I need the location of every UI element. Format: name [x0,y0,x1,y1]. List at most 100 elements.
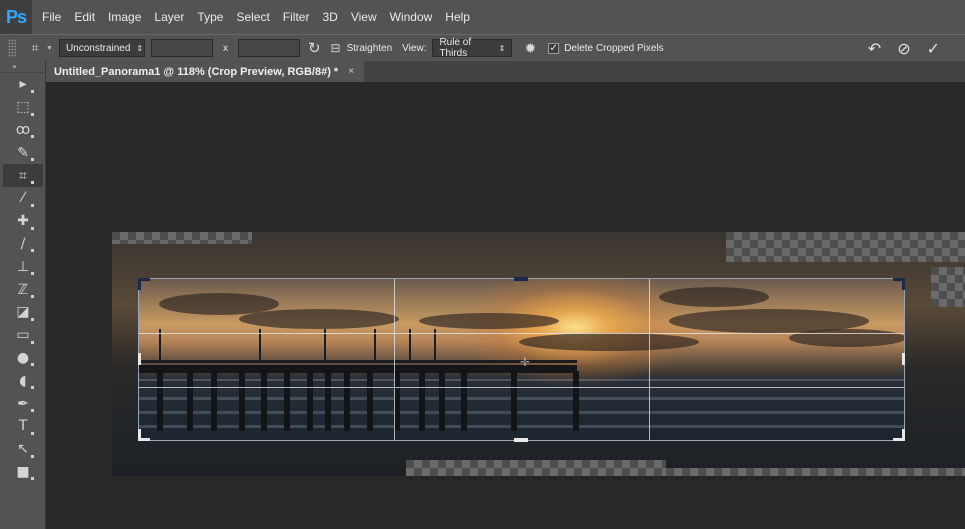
eyedropper-tool-icon[interactable]: ⁄ [3,187,43,210]
transparent-region-bottom [406,460,666,476]
quick-selection-tool-icon-glyph: ✎ [17,144,29,161]
crop-tool-preset-icon[interactable]: ⌗ [26,40,44,56]
pier-pile [157,371,163,431]
ratio-preset-dropdown[interactable]: Unconstrained ⇕ [58,39,145,57]
crop-handle-bottom-right[interactable] [902,429,905,441]
delete-cropped-checkbox[interactable]: ✓ [548,42,560,54]
crop-handle-bottom-left[interactable] [138,429,141,441]
pier-pile [439,371,445,431]
healing-brush-tool-icon[interactable]: ✚ [3,210,43,233]
healing-brush-tool-icon-glyph: ✚ [17,213,29,230]
width-field[interactable] [150,39,213,57]
view-label: View: [402,42,427,54]
pen-tool-icon[interactable]: ✒ [3,392,43,415]
lasso-tool-icon[interactable]: ꝏ [3,119,43,142]
document-tab[interactable]: Untitled_Panorama1 @ 118% (Crop Preview,… [46,61,365,82]
menu-help[interactable]: Help [445,10,470,24]
straighten-icon[interactable]: ⊟ [331,41,341,55]
wave [139,425,904,428]
clone-stamp-tool-icon[interactable]: ⊥ [3,255,43,278]
brush-tool-icon[interactable]: ∕ [3,233,43,256]
clone-stamp-tool-icon-glyph: ⊥ [16,258,30,275]
menu-view[interactable]: View [351,10,377,24]
type-tool-icon[interactable]: T [3,415,43,438]
pier-pile [239,371,245,431]
menu-select[interactable]: Select [236,10,269,24]
crop-handle-top-left[interactable] [138,278,141,290]
menu-filter[interactable]: Filter [283,10,310,24]
menu-3d[interactable]: 3D [322,10,337,24]
tool-group-indicator [31,317,34,321]
rectangle-tool-icon[interactable]: ■ [3,461,43,484]
blur-tool-icon-glyph: ● [16,349,30,366]
cloud [239,309,399,329]
straighten-label[interactable]: Straighten [347,43,393,54]
marquee-tool-icon-glyph: ⬚ [16,99,30,116]
thirds-line-horizontal [139,333,904,334]
tool-preset-caret-icon[interactable]: ▼ [46,45,53,52]
options-bar-grip[interactable] [8,39,16,57]
pier-pile [419,371,425,431]
menu-layer[interactable]: Layer [154,10,184,24]
menu-window[interactable]: Window [390,10,433,24]
cancel-icon[interactable]: ⊘ [897,39,910,59]
tool-group-indicator [31,180,34,184]
close-icon[interactable]: × [348,66,354,77]
ratio-preset-value: Unconstrained [65,42,131,54]
crop-handle-top-right[interactable] [902,278,905,290]
marquee-tool-icon[interactable]: ⬚ [3,96,43,119]
crop-handle-left[interactable] [138,353,141,365]
tool-group-indicator [31,454,34,458]
cloud [519,333,699,351]
thirds-line-vertical [649,279,650,440]
tool-group-indicator [31,477,34,481]
wave [139,397,904,400]
dodge-tool-icon[interactable]: ◖ [3,369,43,392]
height-field[interactable] [237,39,300,57]
pier-pile [325,371,331,431]
blur-tool-icon[interactable]: ● [3,347,43,370]
document-title: Untitled_Panorama1 @ 118% (Crop Preview,… [54,65,339,78]
tool-group-indicator [31,89,34,93]
tool-list: ▸ ⬚ ꝏ ✎ ⌗ ⁄ ✚ ∕ ⊥ ℤ ◪ ▭ ● ◖ ✒ T ↖ ■ [3,73,43,483]
document-tab-bar: Untitled_Panorama1 @ 118% (Crop Preview,… [46,61,965,82]
dodge-tool-icon-glyph: ◖ [19,372,27,389]
wave [139,411,904,414]
eraser-tool-icon[interactable]: ◪ [3,301,43,324]
menu-edit[interactable]: Edit [74,10,95,24]
reset-icon[interactable]: ↶ [868,39,881,59]
type-tool-icon-glyph: T [18,418,28,435]
menu-type[interactable]: Type [197,10,223,24]
menu-file[interactable]: File [42,10,61,24]
history-brush-tool-icon[interactable]: ℤ [3,278,43,301]
view-overlay-dropdown[interactable]: Rule of Thirds ⇕ [432,37,513,59]
tool-group-indicator [31,272,34,276]
tool-group-indicator [31,408,34,412]
crop-handle-top[interactable] [514,277,528,281]
crop-center-crosshair-icon: ✛ [520,355,531,369]
canvas-area[interactable]: ✛ [46,82,965,529]
dimension-separator: x [222,42,228,54]
options-bar: ⌗ ▼ Unconstrained ⇕ x ↻ ⊟ Straighten Vie… [0,34,965,61]
gear-icon[interactable]: ✹ [524,40,536,57]
transparent-region-bottom-right [666,468,965,476]
crop-handle-bottom[interactable] [514,438,528,442]
pier-pile [367,371,373,431]
tool-group-indicator [31,135,34,139]
gradient-tool-icon[interactable]: ▭ [3,324,43,347]
panel-collapse-icon[interactable]: » [0,61,45,73]
swap-dimensions-icon[interactable]: ↻ [308,39,321,57]
move-tool-icon[interactable]: ▸ [3,73,43,96]
pier-pile [344,371,350,431]
thirds-line-vertical [394,279,395,440]
tool-group-indicator [31,431,34,435]
crop-tool-icon[interactable]: ⌗ [3,164,43,187]
crop-handle-right[interactable] [902,353,905,365]
menu-image[interactable]: Image [108,10,141,24]
commit-check-icon[interactable]: ✓ [927,39,940,59]
quick-selection-tool-icon[interactable]: ✎ [3,141,43,164]
pier-pile [573,371,579,431]
path-selection-tool-icon[interactable]: ↖ [3,438,43,461]
dropdown-arrows-icon: ⇕ [136,43,144,53]
path-selection-tool-icon-glyph: ↖ [17,441,29,458]
